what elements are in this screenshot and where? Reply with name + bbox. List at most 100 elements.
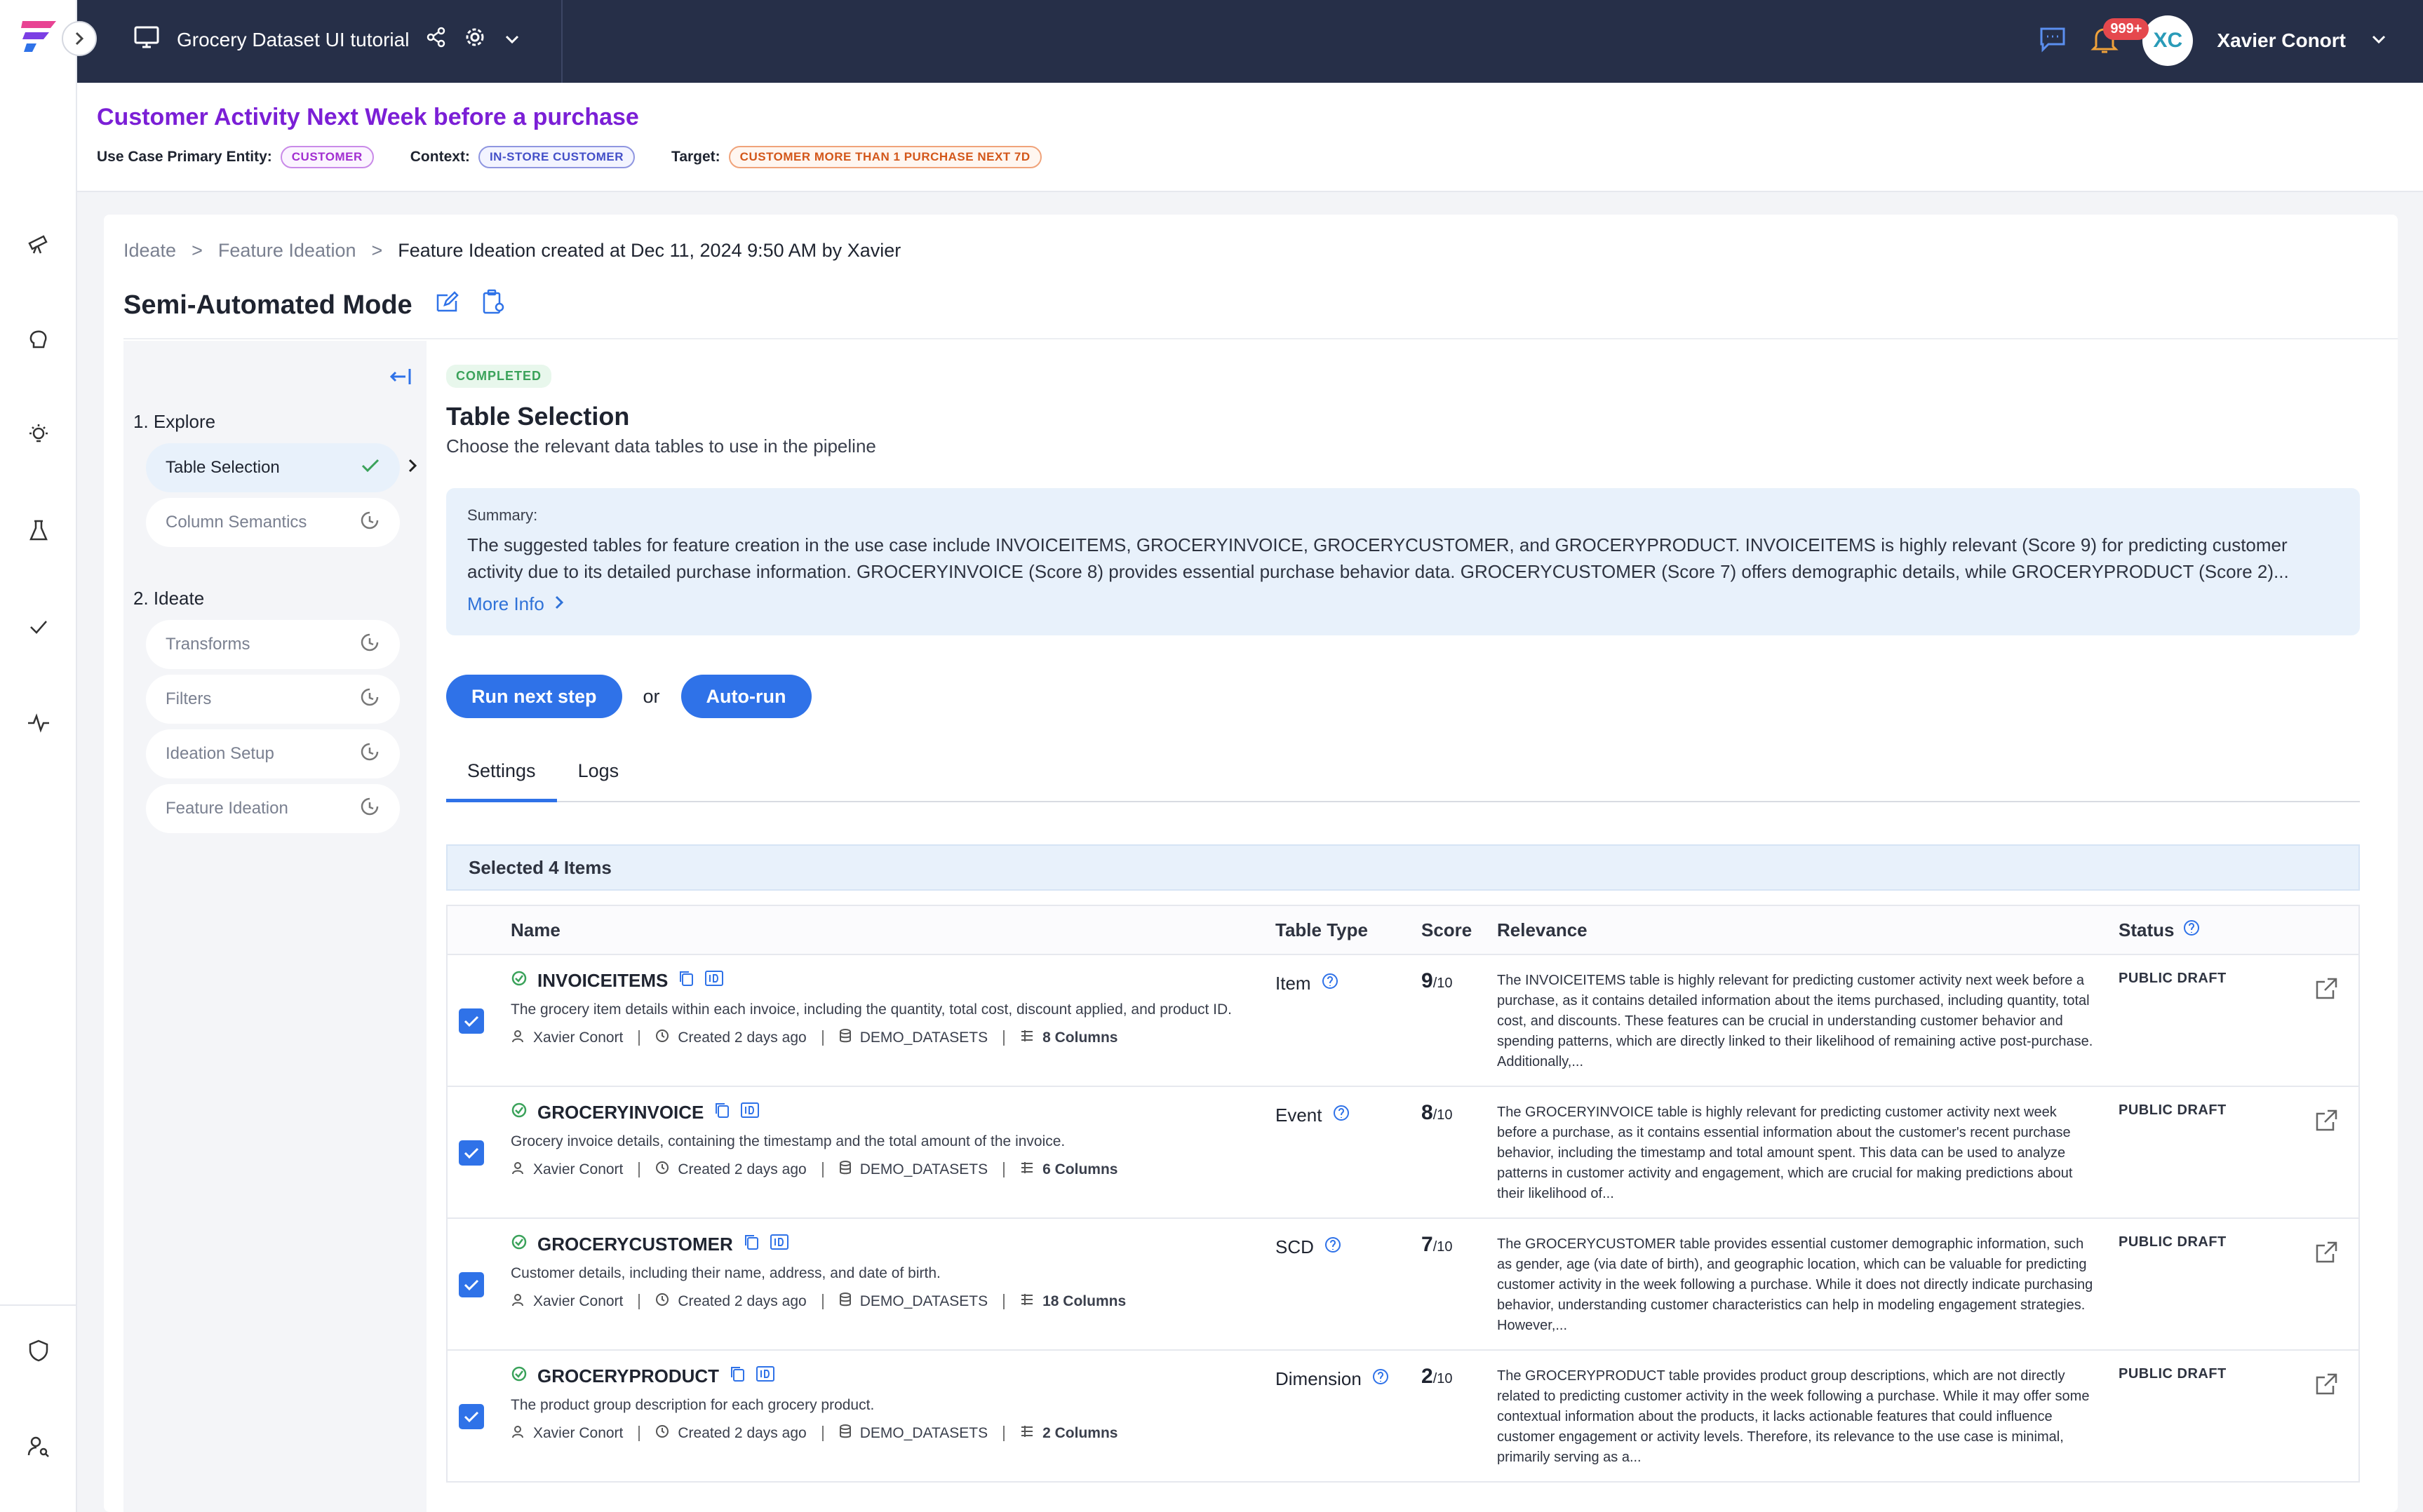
table-row[interactable]: GROCERYCUSTOMER Customer details, includ… — [448, 1219, 2358, 1351]
page-title: Semi-Automated Mode — [123, 289, 505, 321]
user-menu-chevron-icon[interactable] — [2370, 32, 2388, 50]
more-info-link[interactable]: More Info — [467, 593, 2339, 615]
relevance-text: The GROCERYINVOICE table is highly relev… — [1497, 1105, 2073, 1201]
status-badge: COMPLETED — [446, 365, 552, 388]
edit-icon[interactable] — [435, 290, 459, 320]
step-filters[interactable]: Filters — [146, 675, 400, 724]
entity-badge[interactable]: CUSTOMER — [280, 146, 374, 168]
copy-icon[interactable] — [743, 1233, 760, 1256]
notifications[interactable]: 999+ — [2090, 18, 2149, 58]
breadcrumb-feature-ideation[interactable]: Feature Ideation — [218, 240, 356, 262]
flask-icon[interactable] — [23, 515, 54, 546]
external-link-icon[interactable] — [2314, 1108, 2339, 1137]
id-icon[interactable] — [740, 1101, 760, 1124]
step-transforms[interactable]: Transforms — [146, 620, 400, 669]
project-selector[interactable]: Grocery Dataset UI tutorial — [133, 25, 521, 54]
clock-pending-icon — [359, 796, 380, 822]
copy-icon[interactable] — [729, 1365, 746, 1388]
table-name[interactable]: GROCERYPRODUCT — [537, 1365, 719, 1387]
auto-run-button[interactable]: Auto-run — [680, 675, 812, 718]
telescope-icon[interactable] — [23, 229, 54, 259]
collapse-panel-icon[interactable] — [389, 366, 412, 391]
relevance-text: The GROCERYCUSTOMER table provides essen… — [1497, 1236, 2093, 1333]
columns-count[interactable]: 18 Columns — [1042, 1293, 1126, 1310]
score-suffix: /10 — [1432, 1239, 1453, 1255]
table-row[interactable]: GROCERYPRODUCT The product group descrip… — [448, 1351, 2358, 1483]
columns-count[interactable]: 6 Columns — [1042, 1161, 1117, 1178]
help-icon[interactable] — [1324, 1236, 1342, 1259]
use-case-title[interactable]: Customer Activity Next Week before a pur… — [97, 104, 639, 131]
row-checkbox[interactable] — [459, 1008, 484, 1034]
chevron-down-icon[interactable] — [503, 29, 521, 51]
step-ideation-setup[interactable]: Ideation Setup — [146, 729, 400, 778]
columns-count[interactable]: 8 Columns — [1042, 1030, 1117, 1046]
help-icon[interactable] — [2182, 919, 2201, 942]
chat-icon[interactable] — [2039, 26, 2067, 56]
tab-settings[interactable]: Settings — [446, 760, 557, 802]
id-icon[interactable] — [756, 1365, 775, 1388]
run-next-step-button[interactable]: Run next step — [446, 675, 622, 718]
table-meta: Xavier Conort Created 2 days ago DEMO_DA… — [511, 1292, 1240, 1311]
owner: Xavier Conort — [533, 1030, 624, 1046]
or-label: or — [643, 685, 660, 707]
clipboard-settings-icon[interactable] — [481, 289, 505, 321]
id-icon[interactable] — [770, 1233, 789, 1256]
header-relevance[interactable]: Relevance — [1497, 919, 1588, 941]
header-status[interactable]: Status — [2119, 919, 2201, 942]
shield-icon[interactable] — [23, 1335, 54, 1366]
header-score[interactable]: Score — [1421, 919, 1472, 941]
source: DEMO_DATASETS — [859, 1030, 988, 1046]
columns-icon — [1020, 1161, 1034, 1179]
help-icon[interactable] — [1371, 1368, 1390, 1391]
external-link-icon[interactable] — [2314, 1240, 2339, 1269]
target-badge[interactable]: CUSTOMER MORE THAN 1 PURCHASE NEXT 7D — [728, 146, 1042, 168]
help-icon[interactable] — [1332, 1104, 1350, 1127]
header-name[interactable]: Name — [511, 919, 561, 941]
row-checkbox[interactable] — [459, 1140, 484, 1166]
table-header: Name Table Type Score Relevance Status — [448, 906, 2358, 955]
row-checkbox[interactable] — [459, 1272, 484, 1297]
table-name[interactable]: GROCERYINVOICE — [537, 1102, 704, 1123]
columns-icon — [1020, 1424, 1034, 1443]
id-icon[interactable] — [704, 969, 724, 992]
name-cell: GROCERYINVOICE Grocery invoice details, … — [511, 1101, 1240, 1179]
score-cell: 2/10 — [1421, 1365, 1453, 1389]
step-table-selection[interactable]: Table Selection — [146, 443, 417, 492]
user-name[interactable]: Xavier Conort — [2217, 29, 2346, 52]
meta-separator — [638, 1030, 640, 1046]
step-column-semantics[interactable]: Column Semantics — [146, 498, 400, 547]
avatar[interactable]: XC — [2142, 15, 2194, 66]
lightbulb-icon[interactable] — [23, 419, 54, 450]
breadcrumb-separator: > — [192, 240, 203, 261]
pulse-icon[interactable] — [23, 707, 54, 738]
row-checkbox[interactable] — [459, 1404, 484, 1429]
breadcrumb-ideate[interactable]: Ideate — [123, 240, 176, 262]
columns-icon — [1020, 1029, 1034, 1047]
columns-count[interactable]: 2 Columns — [1042, 1425, 1117, 1442]
header-table-type[interactable]: Table Type — [1275, 919, 1368, 941]
use-case-meta: Use Case Primary Entity: CUSTOMER Contex… — [97, 146, 1070, 168]
tab-logs[interactable]: Logs — [557, 760, 640, 802]
copy-icon[interactable] — [678, 969, 694, 992]
external-link-icon[interactable] — [2314, 1372, 2339, 1400]
external-link-icon[interactable] — [2314, 976, 2339, 1005]
brain-icon[interactable] — [23, 324, 54, 355]
table-type: Item — [1275, 973, 1311, 994]
step-feature-ideation[interactable]: Feature Ideation — [146, 784, 400, 833]
expand-sidebar-button[interactable] — [62, 21, 97, 56]
gear-icon[interactable] — [464, 26, 486, 53]
project-title: Grocery Dataset UI tutorial — [177, 28, 410, 50]
created: Created 2 days ago — [678, 1030, 807, 1046]
share-icon[interactable] — [426, 27, 447, 53]
table-name[interactable]: GROCERYCUSTOMER — [537, 1234, 733, 1255]
table-row[interactable]: GROCERYINVOICE Grocery invoice details, … — [448, 1087, 2358, 1219]
check-icon[interactable] — [23, 612, 54, 642]
table-row[interactable]: INVOICEITEMS The grocery item details wi… — [448, 955, 2358, 1087]
copy-icon[interactable] — [713, 1101, 730, 1124]
user-search-icon[interactable] — [23, 1431, 54, 1462]
step-label: Filters — [166, 689, 212, 708]
help-icon[interactable] — [1321, 972, 1339, 995]
meta-separator — [638, 1294, 640, 1309]
context-badge[interactable]: IN-STORE CUSTOMER — [478, 146, 636, 168]
table-name[interactable]: INVOICEITEMS — [537, 970, 668, 992]
